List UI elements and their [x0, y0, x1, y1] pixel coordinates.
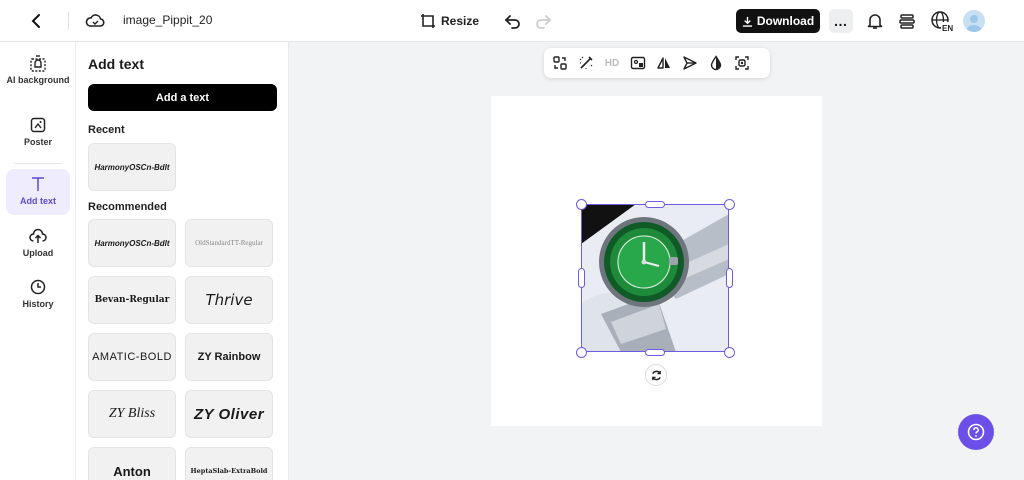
language-button[interactable]: EN [930, 10, 954, 33]
upload-icon [29, 228, 47, 243]
nav-item-ai-background[interactable]: AI background [6, 54, 70, 100]
recommended-title: Recommended [88, 201, 167, 213]
rotate-icon [651, 370, 661, 380]
help-button[interactable] [958, 414, 994, 450]
selection-box [581, 204, 729, 352]
avatar[interactable] [963, 10, 985, 32]
artboard[interactable] [491, 96, 822, 426]
font-card[interactable]: AMATIC-BOLD [88, 333, 176, 381]
resize-handle[interactable] [645, 201, 665, 208]
nav-label: Poster [23, 137, 52, 147]
nav-item-add-text[interactable]: Add text [6, 169, 70, 215]
history-icon [30, 279, 46, 295]
hd-tool[interactable]: HD [603, 54, 621, 72]
magic-tool[interactable] [577, 54, 595, 72]
text-panel: Add text Add a text Recent HarmonyOSCn-B… [76, 42, 289, 480]
font-card[interactable]: ZY Rainbow [185, 333, 273, 381]
resize-handle[interactable] [645, 349, 665, 356]
resize-handle[interactable] [726, 268, 733, 288]
opacity-tool[interactable] [707, 54, 725, 72]
nav-label: AI background [6, 75, 70, 85]
image-background-icon [630, 56, 646, 70]
send-tool[interactable] [681, 54, 699, 72]
bell-icon[interactable] [865, 11, 885, 31]
send-icon [683, 56, 697, 70]
flip-icon [657, 57, 670, 69]
background-tool[interactable] [629, 54, 647, 72]
resize-handle[interactable] [724, 199, 735, 210]
left-nav: AI background Poster Add text Upload His… [0, 42, 76, 480]
resize-handle[interactable] [724, 347, 735, 358]
font-card[interactable]: OldStandardTT-Regular [185, 219, 273, 267]
nav-item-poster[interactable]: Poster [6, 116, 70, 154]
resize-handle[interactable] [576, 199, 587, 210]
nav-item-upload[interactable]: Upload [6, 227, 70, 265]
redo-icon[interactable] [533, 11, 553, 31]
add-a-text-button[interactable]: Add a text [88, 84, 277, 111]
font-card[interactable]: Anton [88, 447, 176, 480]
top-bar: image_Pippit_20 Resize Download … EN [0, 0, 1024, 42]
image-toolbar: HD [544, 48, 770, 78]
replace-tool[interactable] [551, 54, 569, 72]
resize-button[interactable]: Resize [420, 9, 479, 33]
font-card-recent[interactable]: HarmonyOSCn-Bdlt [88, 143, 176, 191]
help-icon [967, 423, 985, 441]
resize-label: Resize [441, 14, 480, 28]
lang-code: EN [942, 24, 953, 32]
poster-icon [30, 117, 46, 133]
nav-label: Add text [20, 196, 56, 206]
resize-icon [421, 14, 435, 28]
recent-title: Recent [88, 124, 125, 136]
canvas-area: HD [289, 42, 1024, 480]
back-button[interactable] [26, 10, 46, 32]
font-card[interactable]: Bevan-Regular [88, 276, 176, 324]
more-icon: … [833, 13, 849, 29]
divider [68, 12, 69, 30]
font-card[interactable]: HeptaSlab-ExtraBold [185, 447, 273, 480]
rotate-button[interactable] [645, 364, 667, 386]
replace-icon [553, 56, 567, 70]
text-icon [32, 177, 44, 191]
chevron-left-icon [31, 14, 40, 28]
font-card[interactable]: ZY Bliss [88, 390, 176, 438]
download-label: Download [756, 14, 815, 28]
font-card[interactable]: ZY Oliver [185, 390, 273, 438]
font-card[interactable]: Thrive [185, 276, 273, 324]
focus-icon [735, 56, 749, 70]
ai-background-icon [30, 55, 46, 72]
flip-tool[interactable] [655, 54, 673, 72]
resize-handle[interactable] [578, 268, 585, 288]
focus-tool[interactable] [733, 54, 751, 72]
panel-title: Add text [88, 56, 144, 72]
resize-handle[interactable] [576, 347, 587, 358]
more-button[interactable]: … [829, 9, 853, 33]
layers-icon[interactable] [897, 11, 917, 31]
nav-label: History [22, 299, 54, 309]
drop-icon [710, 55, 722, 71]
nav-label: Upload [22, 248, 54, 258]
font-card[interactable]: HarmonyOSCn-Bdlt [88, 219, 176, 267]
magic-wand-icon [579, 56, 593, 69]
cloud-sync-icon[interactable] [85, 11, 105, 31]
globe-icon: EN [931, 11, 954, 33]
nav-item-history[interactable]: History [6, 278, 70, 316]
download-icon [742, 16, 752, 27]
nav-divider [14, 163, 62, 164]
undo-icon[interactable] [503, 11, 523, 31]
download-button[interactable]: Download [736, 9, 820, 33]
file-name[interactable]: image_Pippit_20 [123, 13, 212, 27]
